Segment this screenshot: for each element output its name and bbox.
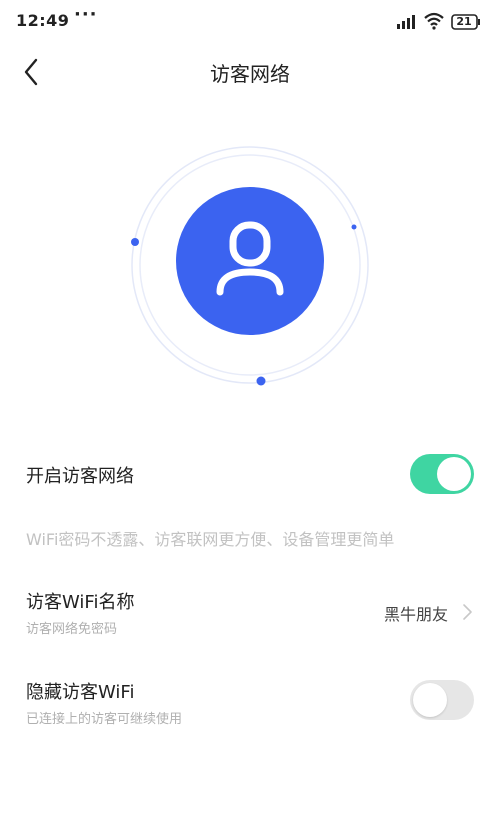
hide-guest-wifi-row: 隐藏访客WiFi 已连接上的访客可继续使用 xyxy=(0,676,500,730)
battery-icon: 21 xyxy=(451,14,481,30)
guest-wifi-name-label: 访客WiFi名称 xyxy=(26,592,135,613)
orbit-dot-bottom xyxy=(256,376,266,386)
guest-wifi-name-row[interactable]: 访客WiFi名称 访客网络免密码 黑牛朋友 xyxy=(0,586,500,640)
guest-wifi-name-sublabel: 访客网络免密码 xyxy=(26,622,118,637)
signal-icon xyxy=(397,15,415,29)
guest-network-label: 开启访客网络 xyxy=(26,466,134,487)
battery-level: 21 xyxy=(456,15,472,28)
status-bar: 12:49 ··· 21 xyxy=(0,0,500,44)
hide-guest-wifi-toggle[interactable] xyxy=(410,680,474,720)
wifi-icon xyxy=(424,12,444,30)
orbit-dot-right xyxy=(351,224,357,230)
hide-guest-wifi-label: 隐藏访客WiFi xyxy=(26,682,135,703)
page-title: 访客网络 xyxy=(210,62,290,86)
hide-guest-wifi-sublabel: 已连接上的访客可继续使用 xyxy=(26,712,183,727)
guest-network-hint: WiFi密码不透露、访客联网更方便、设备管理更简单 xyxy=(26,530,395,549)
guest-network-toggle[interactable] xyxy=(410,454,474,494)
guest-network-row: 开启访客网络 xyxy=(0,450,500,494)
toggle-knob xyxy=(437,457,471,491)
orbit-dot-left xyxy=(131,238,139,246)
toggle-knob xyxy=(413,683,447,717)
chevron-right-icon xyxy=(463,604,472,620)
notification-dots: ··· xyxy=(74,4,98,25)
status-time: 12:49 xyxy=(16,11,70,30)
nav-bar: 访客网络 xyxy=(0,44,500,100)
guest-network-illustration xyxy=(125,140,375,390)
guest-wifi-name-value: 黑牛朋友 xyxy=(383,605,448,624)
